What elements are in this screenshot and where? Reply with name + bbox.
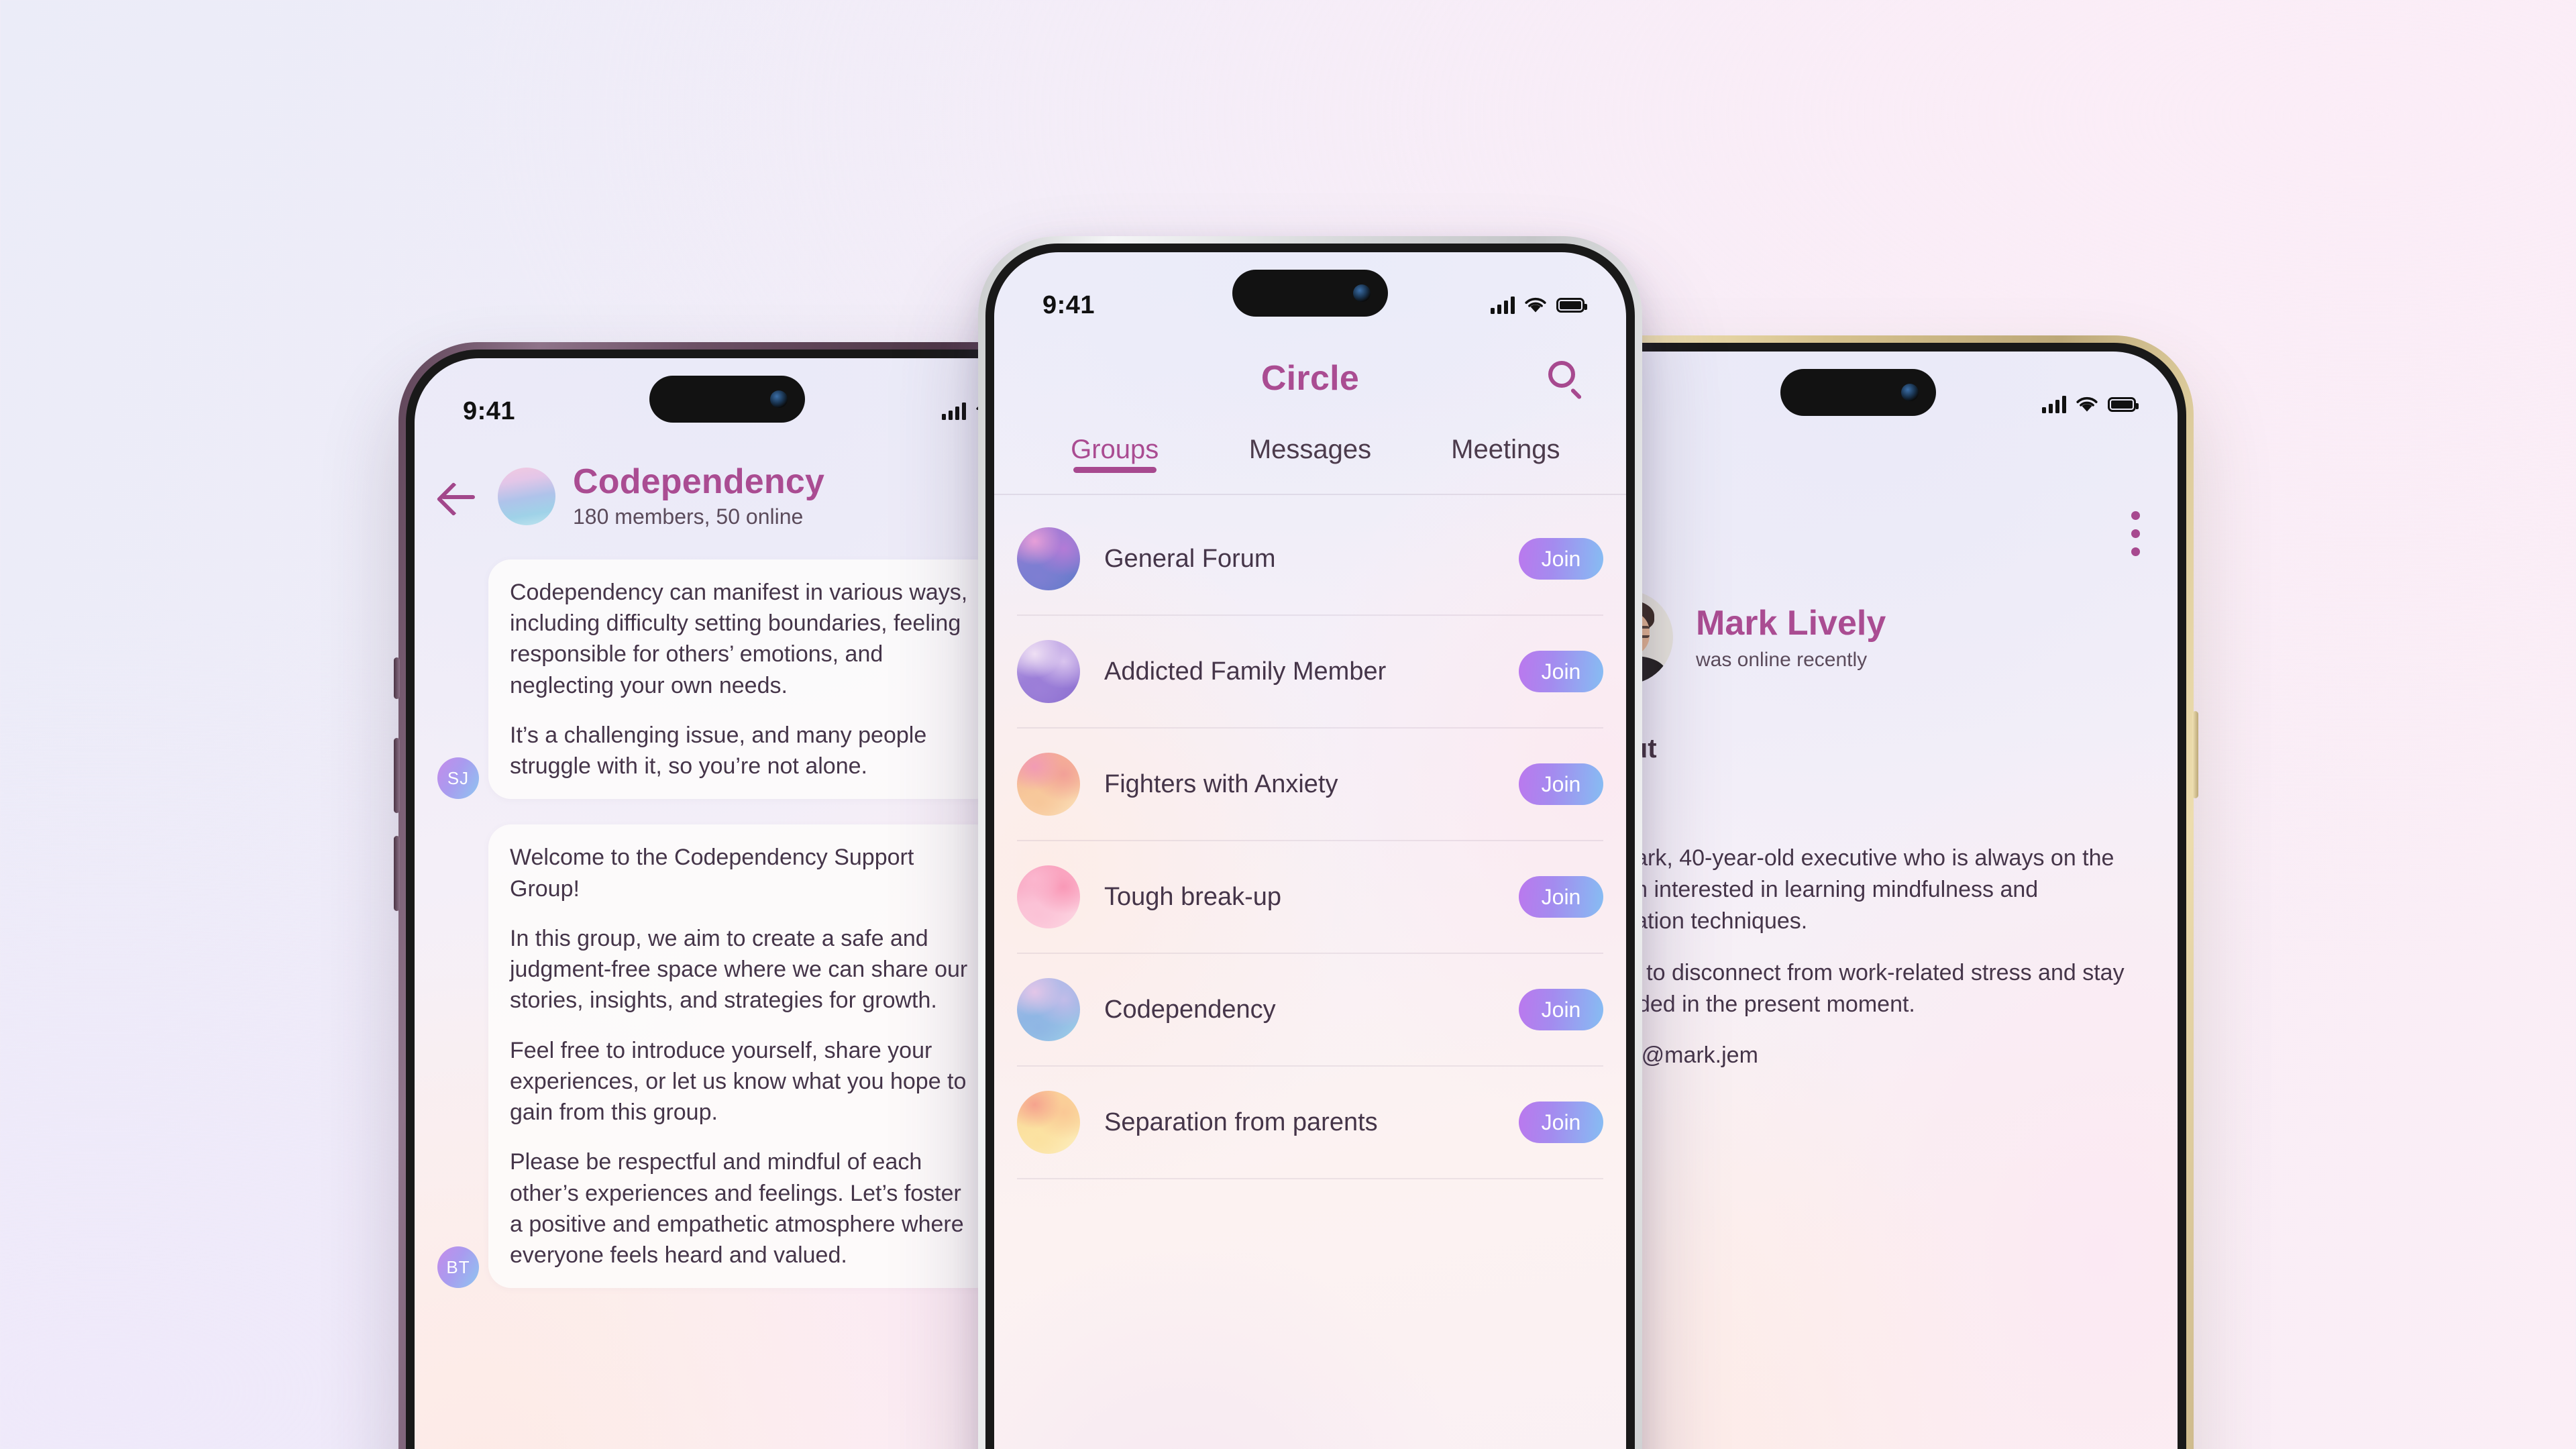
signal-bars-icon [1491, 297, 1515, 314]
section-heading: About [1579, 734, 2137, 764]
wifi-icon [1525, 297, 1546, 313]
left-phone-bezel: 9:41 Codependency 180 members, 50 online [406, 350, 1049, 1449]
search-icon[interactable] [1548, 361, 1583, 400]
join-button[interactable]: Join [1519, 1102, 1603, 1143]
volume-down-button[interactable] [394, 836, 400, 911]
left-phone-screen: 9:41 Codependency 180 members, 50 online [415, 358, 1040, 1449]
group-name: General Forum [1104, 544, 1276, 573]
group-avatar[interactable] [498, 468, 555, 525]
group-avatar[interactable] [1017, 527, 1080, 590]
list-item[interactable]: Separation from parents Join [1017, 1067, 1603, 1179]
list-item[interactable]: Tough break-up Join [1017, 841, 1603, 954]
page-title: Codependency [573, 462, 825, 502]
join-button[interactable]: Join [1519, 651, 1603, 692]
left-phone-mockup: 9:41 Codependency 180 members, 50 online [394, 342, 1056, 1449]
center-phone-bezel: 9:41 Circle Groups Messages Meetings Gen… [985, 244, 1635, 1449]
tab-groups[interactable]: Groups [1017, 432, 1212, 465]
status-time: 9:41 [1042, 290, 1095, 319]
chat-message: SJ Codependency can manifest in various … [437, 559, 1017, 800]
about-paragraph: Hello! [1579, 791, 2137, 822]
message-bubble: Welcome to the Codependency Support Grou… [488, 824, 998, 1289]
signal-bars-icon [942, 402, 966, 420]
list-item[interactable]: Codependency Join [1017, 954, 1603, 1067]
chat-header-text: Codependency 180 members, 50 online [573, 464, 824, 529]
chat-header: Codependency 180 members, 50 online [415, 437, 1040, 555]
about-paragraph: Insta: @mark.jem [1579, 1042, 1758, 1069]
status-icons [1491, 297, 1587, 314]
join-button[interactable]: Join [1519, 989, 1603, 1030]
back-arrow-icon[interactable] [437, 475, 480, 518]
center-phone-screen: 9:41 Circle Groups Messages Meetings Gen… [994, 252, 1626, 1449]
message-paragraph: In this group, we aim to create a safe a… [510, 925, 968, 1014]
chat-message-list[interactable]: SJ Codependency can manifest in various … [415, 559, 1040, 1449]
tab-messages[interactable]: Messages [1212, 432, 1407, 465]
group-name: Addicted Family Member [1104, 657, 1387, 686]
group-list[interactable]: General Forum Join Addicted Family Member J… [994, 503, 1626, 1449]
battery-icon [2108, 397, 2139, 412]
profile-header-text: Mark Lively was online recently [1696, 603, 1886, 672]
message-paragraph: Feel free to introduce yourself, share y… [510, 1037, 967, 1126]
message-paragraph: Welcome to the Codependency Support Grou… [510, 845, 914, 902]
group-avatar[interactable] [1017, 640, 1080, 703]
group-name: Fighters with Anxiety [1104, 769, 1338, 798]
group-name: Tough break-up [1104, 882, 1282, 911]
dynamic-island [1780, 369, 1936, 416]
app-header: Circle [994, 331, 1626, 425]
volume-up-button[interactable] [394, 738, 400, 813]
page-title: Mark Lively [1696, 604, 1886, 643]
status-icons [2042, 396, 2139, 413]
message-paragraph: It’s a challenging issue, and many peopl… [510, 722, 927, 780]
app-title: Circle [1260, 359, 1360, 398]
list-item[interactable]: Addicted Family Member Join [1017, 616, 1603, 729]
power-button[interactable] [2192, 711, 2198, 798]
battery-icon [1556, 298, 1587, 313]
message-bubble: Codependency can manifest in various way… [488, 559, 998, 800]
group-name: Separation from parents [1104, 1108, 1378, 1136]
chat-message: BT Welcome to the Codependency Support G… [437, 824, 1017, 1289]
list-item[interactable]: General Forum Join [1017, 503, 1603, 616]
join-button[interactable]: Join [1519, 763, 1603, 805]
tab-meetings[interactable]: Meetings [1408, 432, 1603, 465]
group-name: Codependency [1104, 995, 1276, 1024]
kebab-menu-icon[interactable] [2131, 511, 2140, 556]
signal-bars-icon [2042, 396, 2066, 413]
message-paragraph: Please be respectful and mindful of each… [510, 1149, 964, 1268]
group-avatar[interactable] [1017, 1091, 1080, 1154]
avatar[interactable]: BT [437, 1246, 479, 1289]
about-paragraph: I’m Mark, 40-year-old executive who is a… [1579, 845, 2114, 934]
dynamic-island [1232, 270, 1388, 317]
avatar[interactable]: SJ [437, 757, 479, 800]
group-avatar[interactable] [1017, 865, 1080, 928]
center-phone-mockup: 9:41 Circle Groups Messages Meetings Gen… [978, 236, 1642, 1449]
status-text: was online recently [1696, 649, 1868, 671]
group-avatar[interactable] [1017, 978, 1080, 1041]
member-count: 180 members, 50 online [573, 504, 804, 529]
tab-bar: Groups Messages Meetings [994, 432, 1626, 495]
wifi-icon [2076, 396, 2098, 412]
message-paragraph: Codependency can manifest in various way… [510, 580, 968, 698]
silent-switch[interactable] [394, 657, 400, 699]
about-paragraph: I want to disconnect from work-related s… [1579, 959, 2125, 1017]
join-button[interactable]: Join [1519, 876, 1603, 918]
dynamic-island [649, 376, 805, 423]
list-item[interactable]: Fighters with Anxiety Join [1017, 729, 1603, 841]
status-time: 9:41 [463, 396, 516, 425]
join-button[interactable]: Join [1519, 538, 1603, 580]
group-avatar[interactable] [1017, 753, 1080, 816]
